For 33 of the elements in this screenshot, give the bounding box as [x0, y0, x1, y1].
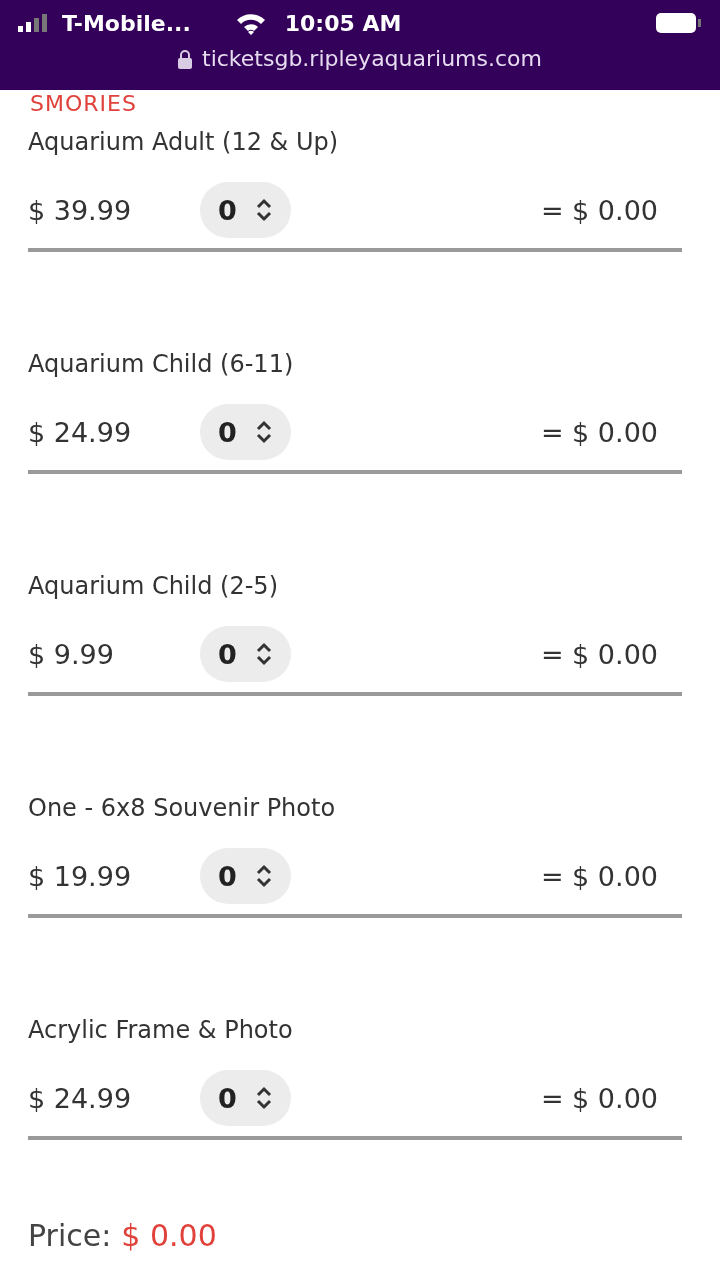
line-total: = $ 0.00: [540, 1082, 659, 1114]
quantity-select[interactable]: 0: [200, 182, 291, 238]
up-down-chevron-icon: [254, 1085, 273, 1111]
up-down-chevron-icon: [254, 419, 273, 445]
line-total: = $ 0.00: [540, 638, 659, 670]
quantity-select[interactable]: 0: [200, 848, 291, 904]
ticket-name: Acrylic Frame & Photo: [28, 1016, 294, 1044]
line-total: = $ 0.00: [540, 194, 659, 226]
url-text[interactable]: ticketsgb.ripleyaquariums.com: [202, 46, 542, 71]
ticket-name: Aquarium Child (2-5): [28, 572, 279, 600]
price-value: $ 0.00: [121, 1218, 217, 1253]
ticket-name: Aquarium Child (6-11): [28, 350, 295, 378]
quantity-select[interactable]: 0: [200, 1070, 291, 1126]
line-total: = $ 0.00: [540, 860, 659, 892]
line-total: = $ 0.00: [540, 416, 659, 448]
ticket-price: $ 19.99: [28, 860, 133, 892]
lock-icon: [178, 48, 192, 69]
up-down-chevron-icon: [254, 197, 273, 223]
ticket-price: $ 9.99: [28, 638, 115, 670]
quantity-select[interactable]: 0: [200, 404, 291, 460]
ticket-price: $ 39.99: [28, 194, 133, 226]
ticket-name: One - 6x8 Souvenir Photo: [28, 794, 337, 822]
ticket-name: Aquarium Adult (12 & Up): [28, 128, 340, 156]
up-down-chevron-icon: [254, 641, 273, 667]
price-label: Price:: [28, 1218, 112, 1253]
up-down-chevron-icon: [254, 863, 273, 889]
battery-icon: [656, 12, 702, 34]
ticket-price: $ 24.99: [28, 416, 133, 448]
section-heading: SMORIES: [30, 92, 138, 116]
quantity-select[interactable]: 0: [200, 626, 291, 682]
ticket-price: $ 24.99: [28, 1082, 133, 1114]
carrier-name: T-Mobile...: [62, 10, 191, 36]
clock-time: 10:05 AM: [284, 10, 402, 36]
